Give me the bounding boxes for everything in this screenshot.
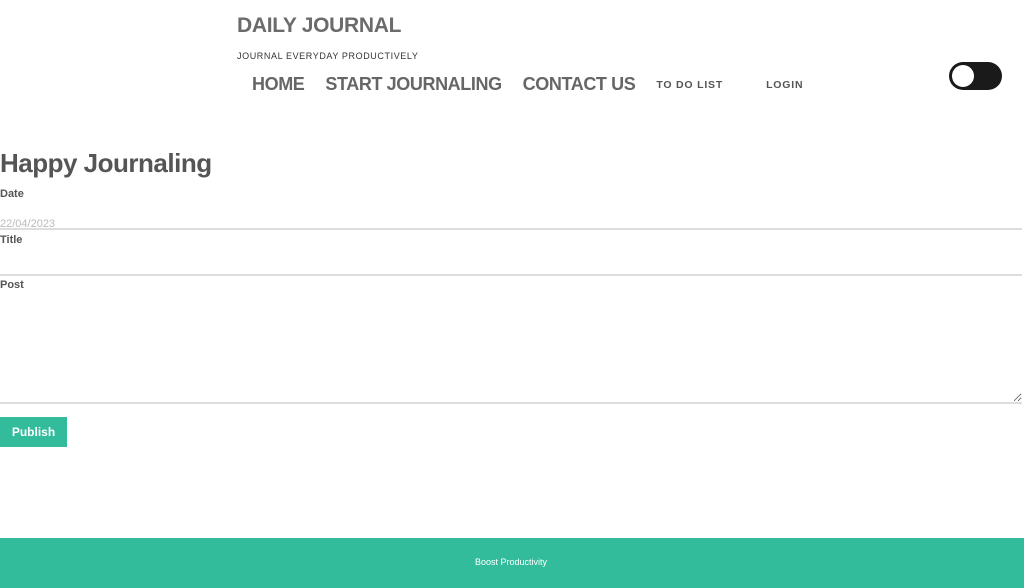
nav-todo-link[interactable]: TO DO LIST xyxy=(656,79,723,91)
date-field[interactable]: 22/04/2023 xyxy=(0,209,1022,230)
page: DAILY JOURNAL JOURNAL EVERYDAY PRODUCTIV… xyxy=(0,0,1024,588)
title-input[interactable] xyxy=(0,250,1022,276)
page-heading: Happy Journaling xyxy=(0,148,212,178)
footer: Boost Productivity xyxy=(0,538,1024,588)
title-label: Title xyxy=(0,234,23,246)
main-nav: HOME START JOURNALING CONTACT US TO DO L… xyxy=(252,74,803,95)
nav-home-link[interactable]: HOME xyxy=(252,74,305,95)
post-label: Post xyxy=(0,279,24,291)
nav-contact-link[interactable]: CONTACT US xyxy=(523,74,636,95)
nav-login-link[interactable]: LOGIN xyxy=(766,79,803,91)
site-tagline: JOURNAL EVERYDAY PRODUCTIVELY xyxy=(237,51,419,61)
publish-button[interactable]: Publish xyxy=(0,417,67,447)
nav-start-journaling-link[interactable]: START JOURNALING xyxy=(325,74,502,95)
date-label: Date xyxy=(0,188,24,200)
post-textarea[interactable] xyxy=(0,296,1022,404)
footer-text: Boost Productivity xyxy=(475,557,548,567)
site-title: DAILY JOURNAL xyxy=(237,14,402,37)
toggle-knob xyxy=(952,65,974,87)
theme-toggle-switch[interactable] xyxy=(949,62,1002,90)
